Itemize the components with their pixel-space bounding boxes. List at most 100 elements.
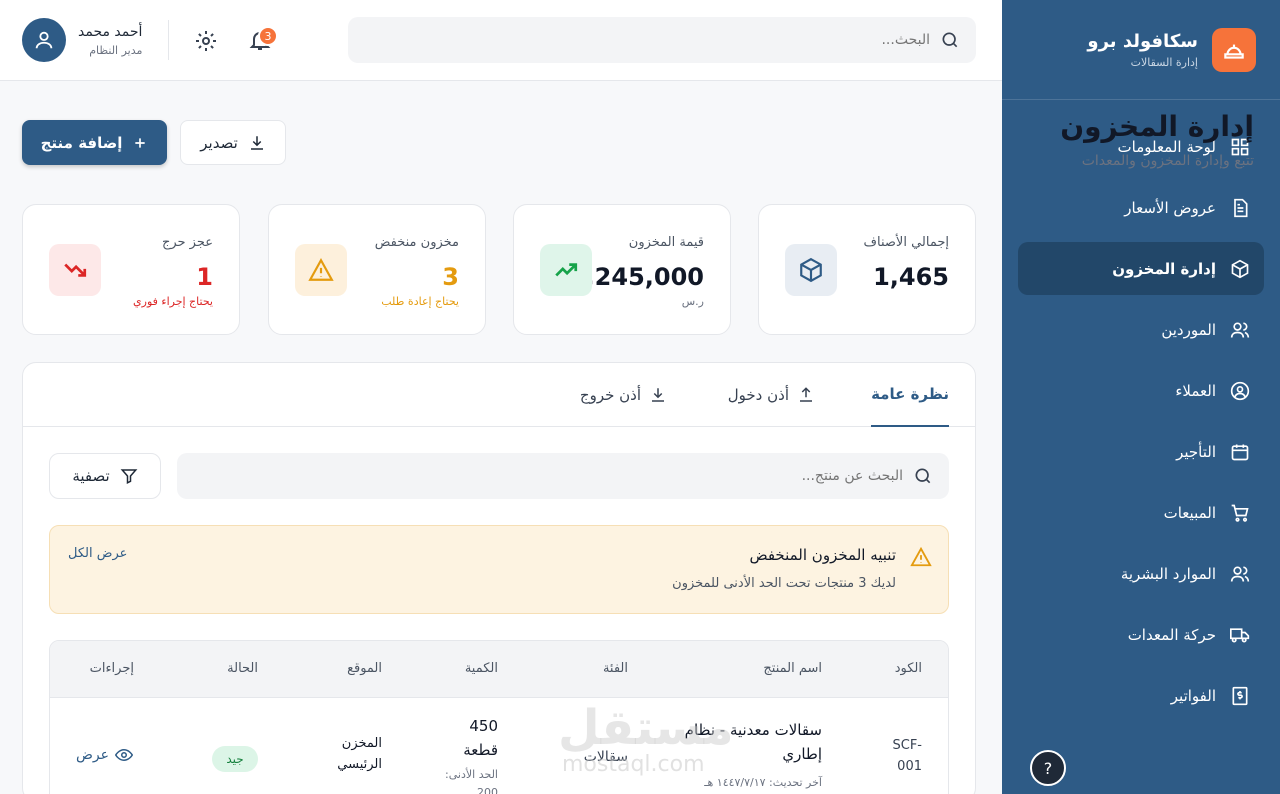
product-updated: آخر تحديث: ١٤٤٧/٧/١٧ هـ <box>704 776 822 789</box>
stat-note: يحتاج إعادة طلب <box>381 295 459 308</box>
export-label: تصدير <box>200 133 238 152</box>
view-all-link[interactable]: عرض الكل <box>68 546 127 561</box>
sidebar-item-suppliers[interactable]: الموردين <box>1018 303 1264 356</box>
search-input[interactable] <box>364 32 930 48</box>
sidebar-item-label: التأجير <box>1176 442 1216 461</box>
sidebar-item-label: إدارة المخزون <box>1112 259 1216 278</box>
tab-label: أذن دخول <box>727 386 789 404</box>
user-role: مدير النظام <box>89 43 143 57</box>
brand: سكافولد برو إدارة السقالات <box>1002 0 1280 100</box>
sidebar-item-label: عروض الأسعار <box>1124 198 1216 217</box>
tab-entry-permit[interactable]: أذن دخول <box>728 363 815 427</box>
sidebar-item-label: الموردين <box>1161 320 1216 339</box>
sidebar-item-label: حركة المعدات <box>1127 625 1216 644</box>
user-icon <box>35 31 53 49</box>
helmet-icon <box>1212 27 1256 72</box>
sidebar-nav: لوحة المعلومات عروض الأسعار إدارة المخزو… <box>1002 100 1280 730</box>
eye-icon <box>115 748 134 762</box>
table-header: الكود اسم المنتج الفئة الكمية الموقع الح… <box>50 641 948 698</box>
user-menu[interactable]: أحمد محمد مدير النظام <box>22 18 142 62</box>
sidebar-item-label: الفواتير <box>1170 686 1216 705</box>
product-code: SCF-001 <box>892 738 923 774</box>
tab-bar: نظرة عامة أذن دخول أذن خروج <box>23 363 975 427</box>
user-name: أحمد محمد <box>78 23 143 40</box>
stat-label: مخزون منخفض <box>374 235 459 250</box>
brand-name: سكافولد برو <box>1087 30 1198 52</box>
users-icon <box>1230 322 1250 338</box>
stat-note: يحتاج إجراء فوري <box>133 295 213 308</box>
topbar: 3 أحمد محمد مدير النظام <box>0 0 1002 81</box>
tab-label: نظرة عامة <box>871 385 949 403</box>
divider <box>168 20 169 60</box>
alert-title: تنبيه المخزون المنخفض <box>749 546 896 564</box>
avatar <box>22 18 66 62</box>
sidebar-item-inventory[interactable]: إدارة المخزون <box>1018 242 1264 295</box>
sidebar-item-label: المبيعات <box>1163 503 1216 522</box>
help-button[interactable]: ? <box>1030 750 1066 786</box>
sidebar-item-sales[interactable]: المبيعات <box>1018 486 1264 539</box>
stat-note: ر.س <box>681 295 704 308</box>
filter-icon <box>120 469 138 484</box>
sidebar-item-quotes[interactable]: عروض الأسعار <box>1018 181 1264 234</box>
export-button[interactable]: تصدير <box>180 120 286 165</box>
low-stock-alert: تنبيه المخزون المنخفض لديك 3 منتجات تحت … <box>49 525 949 614</box>
page-subtitle: تتبع وإدارة المخزون والمعدات <box>1081 153 1254 169</box>
sidebar-item-rental[interactable]: التأجير <box>1018 425 1264 478</box>
inventory-panel: نظرة عامة أذن دخول أذن خروج تصفية تنبيه … <box>22 362 976 794</box>
stat-card-inventory-value: قيمة المخزون 1,245,000 ر.س <box>513 204 731 335</box>
product-search-input[interactable] <box>193 468 903 484</box>
user-circle-icon <box>1230 381 1250 400</box>
global-search[interactable] <box>348 17 976 63</box>
product-quantity: 450 قطعة <box>463 717 498 759</box>
column-header: الموقع <box>347 661 382 676</box>
product-name: سقالات معدنية - نظام إطاري <box>684 721 822 763</box>
calendar-icon <box>1231 444 1249 460</box>
sidebar-item-invoices[interactable]: الفواتير <box>1018 669 1264 722</box>
box-icon <box>785 244 837 296</box>
invoice-icon <box>1232 686 1248 705</box>
stat-card-total-items: إجمالي الأصناف 1,465 <box>758 204 976 335</box>
plus-icon <box>135 137 146 148</box>
upload-icon <box>800 387 812 402</box>
product-search[interactable] <box>177 453 949 499</box>
download-icon <box>250 135 263 150</box>
gear-icon[interactable] <box>194 29 218 53</box>
stat-value: 3 <box>442 263 459 291</box>
search-icon <box>915 468 931 484</box>
stat-label: قيمة المخزون <box>628 235 704 250</box>
search-icon <box>942 32 958 48</box>
tab-overview[interactable]: نظرة عامة <box>871 363 949 427</box>
product-category: سقالات <box>583 749 628 765</box>
sidebar-item-label: الموارد البشرية <box>1120 564 1216 583</box>
stat-value: 1,465 <box>873 263 949 291</box>
brand-subtitle: إدارة السقالات <box>1130 55 1198 69</box>
tab-label: أذن خروج <box>579 386 641 404</box>
sidebar-item-hr[interactable]: الموارد البشرية <box>1018 547 1264 600</box>
column-header: اسم المنتج <box>763 661 822 676</box>
table-row[interactable]: SCF-001 سقالات معدنية - نظام إطاري آخر ت… <box>50 698 948 794</box>
product-location: المخزن الرئيسي <box>337 736 382 772</box>
column-header: الكمية <box>464 661 498 676</box>
add-product-button[interactable]: إضافة منتج <box>22 120 167 165</box>
column-header: الفئة <box>602 661 628 676</box>
trend-up-icon <box>540 244 592 296</box>
inventory-table: الكود اسم المنتج الفئة الكمية الموقع الح… <box>49 640 949 794</box>
add-product-label: إضافة منتج <box>40 133 123 152</box>
stat-label: إجمالي الأصناف <box>863 235 949 250</box>
column-header: الحالة <box>227 661 258 676</box>
download-icon <box>652 388 664 402</box>
truck-icon <box>1230 627 1250 642</box>
alert-text: لديك 3 منتجات تحت الحد الأدنى للمخزون <box>672 576 896 591</box>
column-header: إجراءات <box>89 661 134 676</box>
sidebar-item-label: العملاء <box>1175 381 1216 400</box>
cart-icon <box>1231 504 1249 522</box>
tab-exit-permit[interactable]: أذن خروج <box>580 363 667 427</box>
sidebar-item-equipment[interactable]: حركة المعدات <box>1018 608 1264 661</box>
stat-card-low-stock: مخزون منخفض 3 يحتاج إعادة طلب <box>268 204 486 335</box>
trend-down-icon <box>49 244 101 296</box>
filter-button[interactable]: تصفية <box>49 453 161 499</box>
view-button[interactable]: عرض <box>76 746 134 764</box>
stat-label: عجز حرج <box>161 235 213 250</box>
sidebar-item-customers[interactable]: العملاء <box>1018 364 1264 417</box>
page-title: إدارة المخزون <box>1060 110 1254 143</box>
